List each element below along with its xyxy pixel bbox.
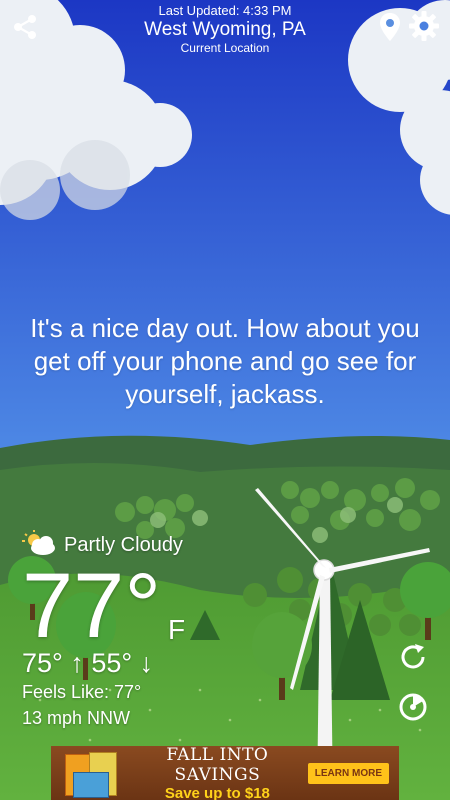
refresh-icon[interactable] [396,640,430,674]
cereal-boxes-image [51,746,127,800]
weather-message: It's a nice day out. How about you get o… [30,313,420,409]
ad-banner[interactable]: FALL INTO SAVINGS Save up to $18 LEARN M… [51,746,399,800]
radar-icon[interactable] [396,690,430,724]
location-pin-icon[interactable] [373,10,407,44]
high-low-temperature: 75° ↑ 55° ↓ [22,648,154,678]
temperature-unit[interactable]: F [168,614,185,646]
ad-headline: FALL INTO SAVINGS [166,746,269,785]
wind-text: 13 mph NNW [22,708,131,728]
learn-more-button[interactable]: LEARN MORE [307,762,389,784]
share-icon[interactable] [8,10,42,44]
gear-icon[interactable] [407,9,441,43]
current-temperature: 77° [22,555,162,657]
condition-text: Partly Cloudy [64,534,183,556]
feels-like-text: Feels Like: 77° [22,682,142,702]
ad-subline: Save up to $18 [164,784,270,800]
